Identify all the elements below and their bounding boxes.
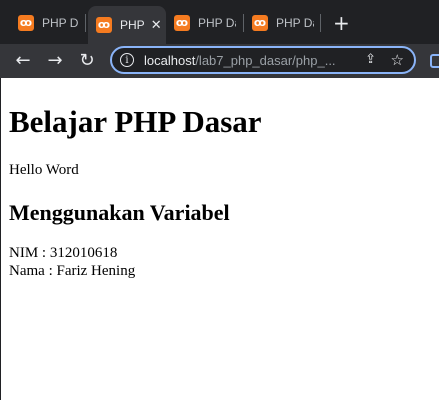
xampp-favicon-icon: ꝏ	[18, 15, 34, 31]
url-host: localhost	[144, 52, 196, 68]
xampp-favicon-icon: ꝏ	[252, 15, 268, 31]
section-heading: Menggunakan Variabel	[9, 200, 230, 225]
tab-separator	[243, 14, 244, 32]
address-bar[interactable]: i localhost/lab7_php_dasar/php_... ⇪ ☆	[110, 46, 416, 74]
tab-separator	[320, 14, 321, 32]
page-viewport: Belajar PHP Dasar Hello Word Menggunakan…	[0, 78, 439, 400]
back-arrow-icon[interactable]: ←	[12, 50, 34, 72]
tab-title: PHP Da	[276, 16, 314, 30]
xampp-favicon-icon: ꝏ	[96, 17, 112, 33]
tab-php-dasar-3[interactable]: ꝏ PHP Da	[174, 8, 236, 38]
url-text[interactable]: localhost/lab7_php_dasar/php_...	[144, 53, 336, 68]
browser-tab-strip: ꝏ PHP Da ꝏ PHP ✕ ꝏ PHP Da ꝏ PHP Da +	[0, 0, 439, 44]
window-edge	[0, 78, 1, 400]
tab-title: PHP	[120, 18, 145, 32]
extension-icon[interactable]	[430, 54, 439, 68]
nim-line: NIM : 312010618	[9, 245, 118, 261]
page-heading: Belajar PHP Dasar	[9, 104, 262, 139]
tab-title: PHP Da	[42, 16, 78, 30]
close-tab-icon[interactable]: ✕	[151, 18, 162, 33]
bookmark-star-icon[interactable]: ☆	[391, 51, 404, 69]
tab-php-dasar-active[interactable]: ꝏ PHP ✕	[88, 6, 166, 44]
share-icon[interactable]: ⇪	[365, 52, 376, 67]
site-info-icon[interactable]: i	[120, 53, 134, 67]
nama-line: Nama : Fariz Hening	[9, 263, 136, 279]
forward-arrow-icon[interactable]: →	[44, 50, 66, 72]
reload-icon[interactable]: ↻	[76, 50, 98, 72]
url-path: /lab7_php_dasar/php_...	[195, 52, 336, 68]
hello-text: Hello Word	[9, 162, 79, 178]
tab-separator	[85, 14, 86, 32]
tab-title: PHP Da	[198, 16, 236, 30]
new-tab-button[interactable]: +	[333, 11, 350, 35]
page-document: Belajar PHP Dasar Hello Word Menggunakan…	[0, 104, 439, 280]
tab-php-dasar-4[interactable]: ꝏ PHP Da	[252, 8, 314, 38]
browser-toolbar: ← → ↻ i localhost/lab7_php_dasar/php_...…	[0, 44, 439, 78]
tab-php-dasar-1[interactable]: ꝏ PHP Da	[18, 8, 78, 38]
xampp-favicon-icon: ꝏ	[174, 15, 190, 31]
